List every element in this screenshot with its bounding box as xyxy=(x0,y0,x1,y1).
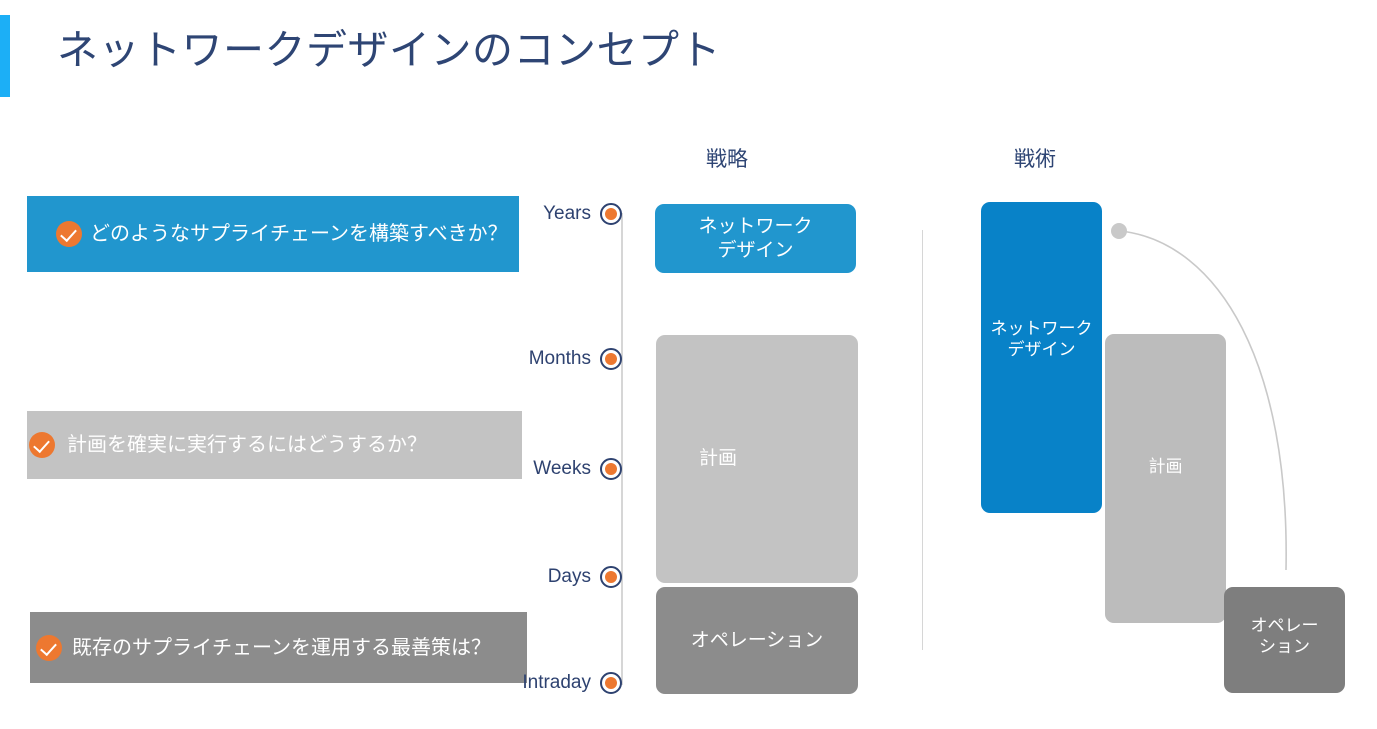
process-box-label: 計画 xyxy=(1148,457,1183,476)
process-box-label: 計画 xyxy=(699,448,738,470)
check-circle-icon xyxy=(29,432,55,458)
timeline-tick-label: Years xyxy=(543,203,591,224)
question-card-plan-execution: 計画を確実に実行するにはどうするか？ xyxy=(27,411,522,479)
timeline-dot-icon xyxy=(600,672,622,694)
timeline-tick-label: Days xyxy=(547,566,591,587)
strategy-box-operations: オペレーション xyxy=(656,587,858,694)
question-label: どのようなサプライチェーンを構築すべきか？ xyxy=(90,223,508,245)
timeline-dot-icon xyxy=(600,348,622,370)
timeline-dot-icon xyxy=(600,203,622,225)
tactics-box-operations: オペレー ション xyxy=(1224,587,1345,693)
process-box-label: オペレー ション xyxy=(1250,616,1319,657)
process-box-label: ネットワーク デザイン xyxy=(990,319,1093,360)
timeline-tick-label: Months xyxy=(528,348,591,369)
timeline-tick-intraday: Intraday xyxy=(472,672,622,694)
timeline-tick-weeks: Weeks xyxy=(472,458,622,480)
question-card-operations: 既存のサプライチェーンを運用する最善策は？ xyxy=(30,612,527,683)
timeline-tick-label: Weeks xyxy=(533,458,591,479)
timeline-axis xyxy=(621,213,623,685)
timeline-tick-years: Years xyxy=(472,203,622,225)
tactics-box-plan: 計画 xyxy=(1105,334,1226,623)
strategy-box-plan: 計画 xyxy=(656,335,858,583)
column-header-tactics: 戦術 xyxy=(1014,148,1056,171)
tactics-box-network-design: ネットワーク デザイン xyxy=(981,202,1102,513)
strategy-box-network-design: ネットワーク デザイン xyxy=(655,204,856,273)
question-label: 既存のサプライチェーンを運用する最善策は？ xyxy=(72,636,491,659)
column-header-strategy: 戦略 xyxy=(706,148,748,171)
page-title: ネットワークデザインのコンセプト xyxy=(57,27,721,73)
column-divider xyxy=(922,230,923,650)
check-circle-icon xyxy=(56,221,82,247)
check-circle-icon xyxy=(36,634,62,661)
title-accent-bar xyxy=(0,15,10,97)
timeline-dot-icon xyxy=(600,458,622,480)
process-box-label: ネットワーク デザイン xyxy=(698,215,813,261)
timeline-tick-label: Intraday xyxy=(522,672,591,693)
question-card-supply-chain-design: どのようなサプライチェーンを構築すべきか？ xyxy=(27,196,519,272)
process-box-label: オペレーション xyxy=(690,629,824,651)
question-label: 計画を確実に実行するにはどうするか？ xyxy=(67,434,427,456)
timeline-dot-icon xyxy=(600,566,622,588)
flow-arc-start-dot-icon xyxy=(1111,223,1127,239)
timeline-tick-days: Days xyxy=(472,566,622,588)
timeline-tick-months: Months xyxy=(472,348,622,370)
